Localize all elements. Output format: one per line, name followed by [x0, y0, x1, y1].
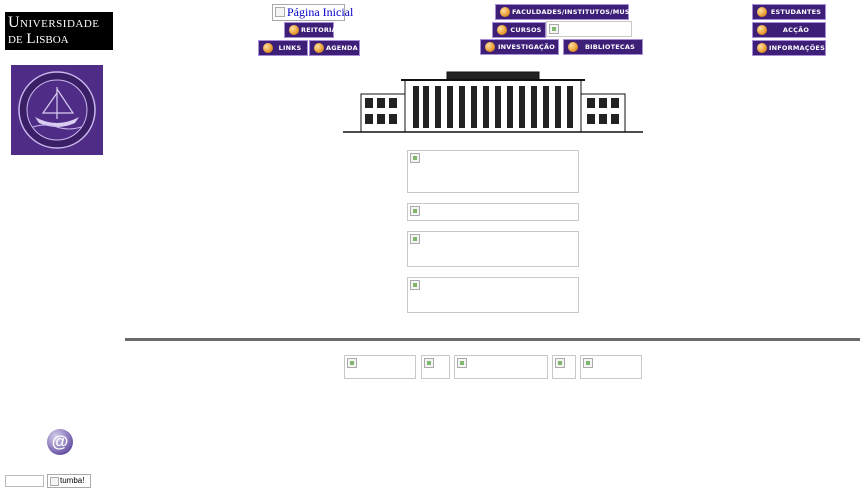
broken-image-icon — [410, 206, 420, 216]
university-seal-image — [11, 65, 103, 155]
search-submit-button[interactable]: tumba! — [47, 474, 91, 488]
footer-image-2[interactable] — [421, 355, 450, 379]
bullet-icon — [757, 25, 767, 35]
bullet-icon — [757, 7, 767, 17]
bullet-icon — [757, 43, 767, 53]
nav-reitoria-button[interactable]: Reitoria — [284, 22, 337, 38]
broken-image-icon — [583, 358, 593, 368]
horizontal-divider — [125, 338, 860, 341]
broken-image-icon — [410, 234, 420, 244]
footer-image-1[interactable] — [344, 355, 416, 379]
nav-informacoes-button[interactable]: Informações — [752, 40, 826, 56]
broken-image-icon — [555, 358, 565, 368]
nav-estudantes-button[interactable]: Estudantes — [752, 4, 826, 20]
home-link[interactable]: Página Inicial — [272, 4, 353, 21]
banner-image-3[interactable] — [407, 231, 579, 267]
nav-investigacao-label: Investigação — [498, 43, 555, 51]
footer-image-5[interactable] — [580, 355, 642, 379]
bullet-icon — [263, 43, 273, 53]
broken-image-icon — [347, 358, 357, 368]
nav-cursos-button[interactable]: Cursos — [492, 22, 546, 38]
search-input[interactable] — [5, 475, 44, 487]
logo-line1: Universidade — [8, 14, 100, 31]
broken-image-icon — [275, 7, 285, 17]
logo-line2: de Lisboa — [8, 31, 69, 47]
broken-image-icon — [410, 153, 420, 163]
bullet-icon — [568, 42, 578, 52]
bullet-icon — [485, 42, 495, 52]
nav-links-button[interactable]: Links — [258, 40, 308, 56]
broken-image-icon — [549, 24, 559, 34]
nav-bibliotecas-label: Bibliotecas — [585, 43, 635, 51]
banner-image-1[interactable] — [407, 150, 579, 193]
nav-investigacao-button[interactable]: Investigação — [480, 39, 559, 55]
bullet-icon — [289, 25, 299, 35]
nav-estudantes-label: Estudantes — [770, 8, 822, 16]
bullet-icon — [314, 43, 324, 53]
search-submit-label: tumba! — [60, 476, 85, 485]
banner-image-2[interactable] — [407, 203, 579, 221]
university-logo[interactable]: Universidade de Lisboa — [5, 12, 113, 50]
nav-faculdades-label: Faculdades/Institutos/Museus — [512, 8, 645, 16]
nav-bibliotecas-button[interactable]: Bibliotecas — [563, 39, 643, 55]
nav-agenda-label: Agenda — [326, 44, 358, 52]
nav-links-label: Links — [278, 44, 302, 52]
bullet-icon — [500, 7, 510, 17]
bullet-icon — [497, 25, 507, 35]
nav-agenda-button[interactable]: Agenda — [309, 40, 360, 56]
broken-image-icon — [424, 358, 434, 368]
nav-informacoes-label: Informações — [769, 44, 825, 52]
home-link-label: Página Inicial — [287, 5, 354, 19]
broken-image-icon — [457, 358, 467, 368]
email-at-icon[interactable]: @ — [47, 429, 73, 455]
banner-image-4[interactable] — [407, 277, 579, 313]
nav-reitoria-label: Reitoria — [301, 26, 337, 34]
nav-accao-social-button[interactable]: Acção Social — [752, 22, 826, 48]
building-illustration — [343, 70, 643, 135]
footer-image-4[interactable] — [552, 355, 576, 379]
footer-image-3[interactable] — [454, 355, 548, 379]
nav-faculdades-button[interactable]: Faculdades/Institutos/Museus — [495, 4, 645, 20]
nav-cursos-label: Cursos — [510, 26, 542, 34]
broken-image-placeholder — [546, 21, 632, 37]
broken-image-icon — [410, 280, 420, 290]
broken-image-icon — [50, 477, 59, 486]
